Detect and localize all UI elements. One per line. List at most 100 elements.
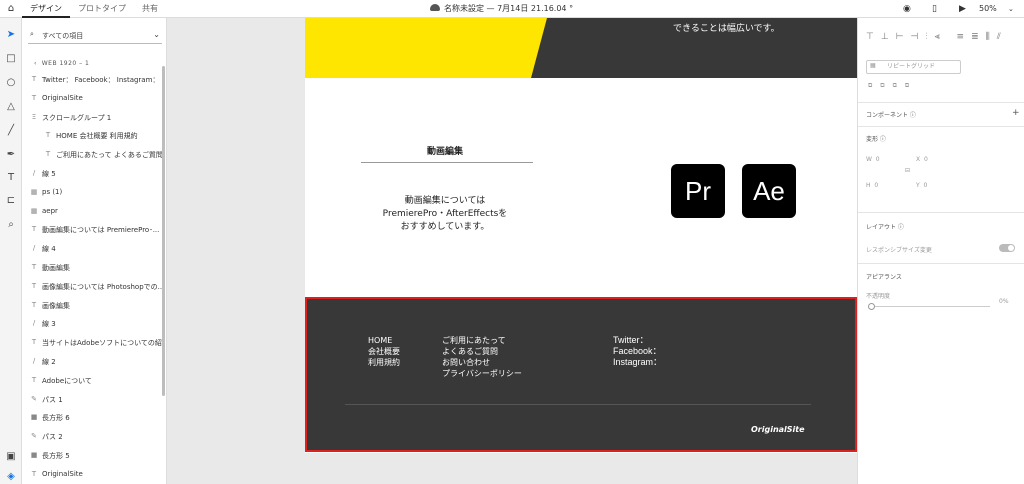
layer-type-icon: T	[31, 375, 37, 384]
play-icon[interactable]: ▶	[959, 0, 966, 18]
layer-item[interactable]: T 画像編集	[22, 300, 162, 313]
lock-aspect-icon[interactable]: ⊟	[905, 167, 910, 174]
layer-type-icon: /	[32, 169, 36, 177]
layer-item[interactable]: T OriginalSite	[22, 469, 162, 482]
text-icon[interactable]: T	[0, 171, 22, 185]
layer-item[interactable]: ▦ aepr	[22, 206, 162, 219]
cloud-icon	[430, 4, 440, 11]
layer-item[interactable]: T 画像編集については Photoshopでの...	[22, 281, 162, 294]
layer-type-icon: ✎	[31, 394, 37, 403]
layer-item[interactable]: T ご利用にあたって よくあるご質問...	[22, 149, 162, 162]
opacity-slider-track[interactable]	[870, 306, 990, 307]
footer-link: 会社概要	[368, 347, 400, 356]
user-icon[interactable]: ◉	[903, 0, 911, 18]
pen-icon[interactable]: ✒	[0, 148, 22, 162]
layer-label: ご利用にあたって よくあるご質問...	[56, 151, 162, 160]
layer-label: パス 1	[42, 395, 63, 404]
layers-panel: ⌕ すべての項目 ⌄ ‹ WEB 1920 – 1 T Twitter： Face…	[22, 18, 167, 484]
artboard-breadcrumb[interactable]: ‹ WEB 1920 – 1	[34, 60, 89, 67]
divider	[858, 126, 1024, 127]
tab-prototype[interactable]: プロトタイプ	[70, 0, 134, 18]
height-field[interactable]: H 0	[866, 182, 878, 189]
layers-scrollbar[interactable]	[162, 66, 165, 396]
layer-item[interactable]: T 動画編集	[22, 262, 162, 275]
layer-item[interactable]: T 動画編集については PremierePro･...	[22, 224, 162, 237]
layer-item[interactable]: / 線 4	[22, 243, 162, 256]
layers-icon[interactable]: ◈	[0, 470, 22, 484]
layer-type-icon: ✎	[31, 432, 37, 441]
x-field[interactable]: X 0	[916, 156, 928, 163]
layer-item[interactable]: T 当サイトはAdobeソフトについての紹...	[22, 337, 162, 350]
description-line: おすすめしています。	[400, 222, 490, 232]
transform-heading: 変形 ⓘ	[866, 136, 886, 143]
layer-item[interactable]: T Adobeについて	[22, 375, 162, 388]
boolean-ops-icons[interactable]: ⧉⧉⧉⧉	[868, 82, 917, 90]
opacity-value[interactable]: 0%	[999, 298, 1009, 305]
artboard-icon[interactable]: ⊏	[0, 194, 22, 208]
line-icon[interactable]: ╱	[0, 124, 22, 138]
layer-label: 画像編集については Photoshopでの...	[42, 282, 162, 291]
layer-label: Adobeについて	[42, 376, 92, 385]
layer-label: 動画編集	[42, 264, 70, 272]
tool-bar: ➤ □ ○ △ ╱ ✒ T ⊏ ⌕ ▣ ◈	[0, 18, 22, 484]
device-preview-icon[interactable]: ▯	[932, 0, 937, 18]
layer-item[interactable]: Ξ スクロールグループ 1	[22, 112, 162, 125]
layer-item[interactable]: ✎ パス 2	[22, 431, 162, 444]
hero-text: できることは幅広いです。	[673, 24, 780, 34]
divider	[858, 212, 1024, 213]
layer-type-icon: /	[32, 244, 36, 253]
layout-heading: レイアウト ⓘ	[866, 224, 904, 231]
layer-type-icon: T	[31, 93, 37, 102]
section-divider	[361, 162, 533, 163]
zoom-icon[interactable]: ⌕	[0, 218, 22, 232]
y-field[interactable]: Y 0	[916, 182, 927, 189]
layer-item[interactable]: ▦ ps (1)	[22, 187, 162, 200]
tab-design[interactable]: デザイン	[22, 0, 70, 18]
home-icon[interactable]: ⌂	[0, 3, 22, 14]
footer-nav-col-2: ご利用にあたって よくあるご質問 お問い合わせ プライバシーポリシー	[442, 335, 522, 379]
footer-scroll-group[interactable]: HOME 会社概要 利用規約 ご利用にあたって よくあるご質問 お問い合わせ プ…	[305, 297, 857, 452]
layer-item[interactable]: / 線 3	[22, 318, 162, 331]
layer-item[interactable]: T Twitter： Facebook： Instagram：	[22, 74, 162, 87]
layer-label: OriginalSite	[42, 93, 83, 102]
layer-type-icon: ▦	[30, 187, 38, 196]
rectangle-icon[interactable]: □	[0, 52, 22, 66]
layer-item[interactable]: ■ 長方形 5	[22, 450, 162, 463]
tab-share[interactable]: 共有	[134, 0, 166, 18]
layer-item[interactable]: / 線 2	[22, 356, 162, 369]
zoom-level[interactable]: 50%	[979, 0, 997, 18]
layer-item[interactable]: T HOME 会社概要 利用規約	[22, 130, 162, 143]
artboard[interactable]: できることは幅広いです。 動画編集 動画編集については PremierePro・…	[305, 18, 857, 453]
assets-icon[interactable]: ▣	[0, 450, 22, 464]
layer-item[interactable]: T OriginalSite	[22, 93, 162, 106]
triangle-icon[interactable]: △	[0, 100, 22, 114]
canvas[interactable]: できることは幅広いです。 動画編集 動画編集については PremierePro・…	[167, 18, 857, 484]
select-arrow-icon[interactable]: ➤	[0, 28, 22, 42]
description-line: 動画編集については	[404, 196, 486, 206]
layer-item[interactable]: / 線 5	[22, 168, 162, 181]
chevron-down-icon[interactable]: ⌄	[153, 30, 160, 39]
align-toolbar[interactable]: ⊤⊥⊢⊣⫶⫷ ≡≣⫼⫽	[866, 32, 1008, 42]
chevron-down-icon[interactable]: ⌄	[1008, 0, 1014, 18]
after-effects-icon: Ae	[742, 164, 796, 218]
layer-label: 線 2	[42, 358, 56, 366]
footer-link: プライバシーポリシー	[442, 369, 522, 378]
layer-item[interactable]: ■ 長方形 6	[22, 412, 162, 425]
layer-label: OriginalSite	[42, 469, 83, 478]
ellipse-icon[interactable]: ○	[0, 76, 22, 90]
layer-label: aepr	[42, 206, 58, 215]
artboard-name: WEB 1920 – 1	[41, 60, 90, 67]
document-title[interactable]: 名称未設定 — 7月14日 21.16.04 °	[444, 0, 573, 18]
repeat-grid-button[interactable]: リピートグリッド	[866, 60, 961, 74]
opacity-slider-knob[interactable]	[868, 303, 875, 310]
width-field[interactable]: W 0	[866, 156, 880, 163]
layer-type-icon: T	[45, 131, 51, 140]
add-component-icon[interactable]: +	[1012, 108, 1020, 118]
layer-label: Twitter： Facebook： Instagram：	[42, 76, 160, 84]
footer-link: よくあるご質問	[442, 347, 498, 356]
footer-link: HOME	[368, 336, 393, 345]
responsive-resize-toggle[interactable]	[999, 244, 1015, 252]
layer-item[interactable]: ✎ パス 1	[22, 394, 162, 407]
layer-filter[interactable]: ⌕ すべての項目 ⌄	[28, 28, 162, 44]
appearance-heading: アピアランス	[866, 274, 902, 281]
